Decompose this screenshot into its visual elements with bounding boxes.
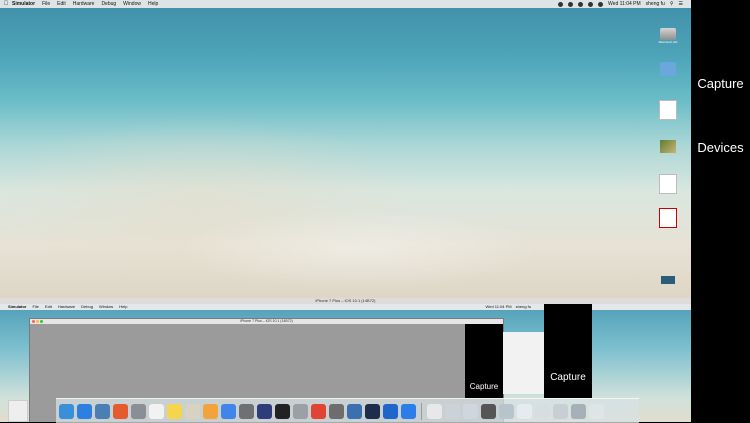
inner-menu-window[interactable]: Window — [99, 304, 113, 310]
capture-label: Capture — [469, 382, 499, 391]
inner-clock[interactable]: Wed 11:04 PM — [486, 304, 512, 310]
desktop-item[interactable] — [651, 100, 685, 126]
traffic-lights — [32, 320, 43, 323]
dock-app-icon[interactable] — [571, 403, 586, 419]
dock-app-icon[interactable] — [481, 403, 496, 419]
dock-app-icon[interactable] — [77, 403, 92, 419]
dock-app-icon[interactable] — [401, 403, 416, 419]
menu-hardware[interactable]: Hardware — [73, 0, 95, 8]
battery-icon[interactable] — [598, 1, 604, 7]
inner-user-name[interactable]: sheng fu — [516, 304, 531, 310]
desktop-item[interactable] — [651, 62, 685, 88]
dock-app-icon[interactable] — [463, 403, 478, 419]
dock-app-icon[interactable] — [311, 403, 326, 419]
desktop-item[interactable] — [651, 174, 685, 200]
dock-app-icon[interactable] — [221, 403, 236, 419]
capture-label: Capture — [550, 372, 586, 383]
dock-app-icon[interactable] — [257, 403, 272, 419]
menu-debug[interactable]: Debug — [101, 0, 116, 8]
status-icon[interactable] — [568, 1, 574, 7]
menu-file[interactable]: File — [42, 0, 50, 8]
dock-app-icon[interactable] — [275, 403, 290, 419]
phone-preview-small[interactable]: Capture — [465, 324, 503, 398]
volume-icon[interactable] — [588, 1, 594, 7]
user-name[interactable]: sheng fu — [646, 0, 665, 8]
dock-app-icon[interactable] — [59, 403, 74, 419]
capture-button[interactable]: Capture — [691, 76, 750, 91]
dock — [56, 398, 639, 423]
inner-menu-debug[interactable]: Debug — [81, 304, 93, 310]
maximize-icon[interactable] — [40, 320, 43, 323]
minimize-icon[interactable] — [36, 320, 39, 323]
menu-simulator[interactable]: Simulator — [12, 0, 35, 8]
dock-app-icon[interactable] — [149, 403, 164, 419]
dock-app-icon[interactable] — [383, 403, 398, 419]
desktop-item[interactable]: Macintosh HD — [651, 24, 685, 50]
dock-app-icon[interactable] — [553, 403, 568, 419]
inner-menu-edit[interactable]: Edit — [45, 304, 52, 310]
dock-app-icon[interactable] — [131, 403, 146, 419]
dock-app-icon[interactable] — [167, 403, 182, 419]
screenshot-icon — [661, 276, 675, 284]
desktop-item[interactable] — [651, 208, 685, 234]
folder-icon — [660, 62, 676, 76]
dock-app-icon[interactable] — [347, 403, 362, 419]
dock-app-icon[interactable] — [589, 403, 604, 419]
menu-window[interactable]: Window — [123, 0, 141, 8]
document-icon — [659, 100, 677, 120]
dock-app-icon[interactable] — [95, 403, 110, 419]
dock-app-icon[interactable] — [293, 403, 308, 419]
inner-menu-help[interactable]: Help — [119, 304, 127, 310]
dock-app-icon[interactable] — [185, 403, 200, 419]
dock-app-icon[interactable] — [113, 403, 128, 419]
dock-app-icon[interactable] — [239, 403, 254, 419]
white-panel — [502, 332, 544, 394]
photo-icon — [660, 140, 676, 153]
simulator-window-title: iPhone 7 Plus – iOS 10.1 (14B72) — [30, 319, 503, 324]
dock-app-icon[interactable] — [445, 403, 460, 419]
search-icon[interactable]: ⚲ — [670, 0, 674, 8]
desktop-item-label: Macintosh HD — [658, 40, 678, 44]
side-panel: Capture Devices — [691, 0, 750, 422]
inner-menu-file[interactable]: File — [32, 304, 38, 310]
inner-menu-hardware[interactable]: Hardware — [58, 304, 75, 310]
devices-button[interactable]: Devices — [691, 140, 750, 155]
menu-list-icon[interactable]: ☰ — [679, 0, 683, 8]
dock-app-icon[interactable] — [517, 403, 532, 419]
dock-app-icon[interactable] — [535, 403, 550, 419]
blank-document-icon — [659, 174, 677, 194]
status-icon[interactable] — [558, 1, 564, 7]
disk-icon — [660, 28, 676, 40]
dock-app-icon[interactable] — [427, 403, 442, 419]
pdf-icon — [659, 208, 677, 228]
dock-app-icon[interactable] — [203, 403, 218, 419]
close-icon[interactable] — [32, 320, 35, 323]
phone-preview-medium[interactable]: Capture — [544, 304, 592, 398]
menu-bar:  Simulator File Edit Hardware Debug Win… — [0, 0, 691, 8]
desktop-file-icon[interactable] — [8, 400, 28, 422]
dock-app-icon[interactable] — [499, 403, 514, 419]
apple-menu-icon[interactable]:  — [0, 0, 12, 8]
wifi-icon[interactable] — [578, 1, 584, 7]
dock-app-icon[interactable] — [329, 403, 344, 419]
window-title-text: iPhone 7 Plus – iOS 10.1 (14B72) — [240, 319, 293, 323]
dock-separator — [421, 402, 422, 420]
inner-menu-simulator[interactable]: Simulator — [8, 304, 26, 310]
menu-help[interactable]: Help — [148, 0, 158, 8]
desktop-item[interactable] — [651, 140, 685, 166]
dock-app-icon[interactable] — [365, 403, 380, 419]
clock[interactable]: Wed 11:04 PM — [608, 0, 641, 8]
menu-edit[interactable]: Edit — [57, 0, 66, 8]
